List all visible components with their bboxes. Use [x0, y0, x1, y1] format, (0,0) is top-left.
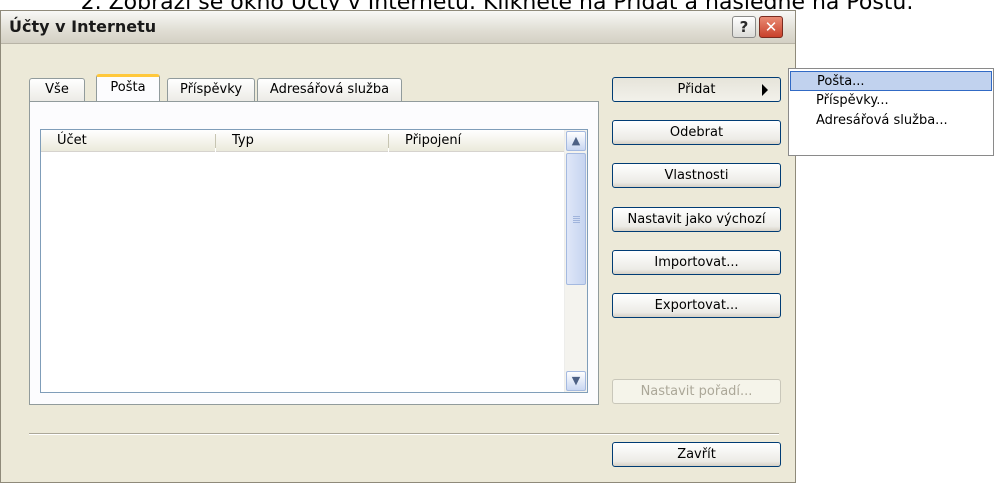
export-button[interactable]: Exportovat... [612, 293, 781, 318]
import-button[interactable]: Importovat... [612, 250, 781, 275]
help-button[interactable]: ? [732, 16, 756, 38]
add-button[interactable]: Přidat [612, 77, 781, 102]
tab-posts[interactable]: Příspěvky [167, 78, 255, 101]
separator-line [29, 433, 779, 435]
window-title: Účty v Internetu [9, 17, 157, 36]
close-button[interactable]: Zavřít [612, 442, 781, 467]
column-header-account[interactable]: Účet [41, 130, 215, 152]
scroll-up-icon[interactable]: ▲ [566, 131, 586, 151]
title-bar[interactable]: Účty v Internetu ? ✕ [1, 11, 795, 44]
submenu-arrow-icon [762, 84, 768, 96]
remove-button[interactable]: Odebrat [612, 120, 781, 145]
tab-directory-service[interactable]: Adresářová služba [257, 78, 402, 101]
accounts-list[interactable]: Účet Typ Připojení ▲ ▼ [40, 129, 588, 393]
column-header-type[interactable]: Typ [216, 130, 388, 152]
tab-all[interactable]: Vše [29, 78, 85, 101]
menu-item-mail[interactable]: Pošta... [790, 71, 992, 91]
column-header-connection[interactable]: Připojení [389, 130, 565, 152]
set-order-button[interactable]: Nastavit pořadí... [612, 379, 781, 404]
add-button-label: Přidat [677, 82, 716, 97]
menu-item-directory-service[interactable]: Adresářová služba... [790, 111, 992, 131]
scroll-thumb[interactable] [566, 153, 586, 285]
properties-button[interactable]: Vlastnosti [612, 163, 781, 188]
scroll-down-icon[interactable]: ▼ [566, 371, 586, 391]
accounts-dialog: Účty v Internetu ? ✕ Vše Pošta Příspěvky… [0, 10, 796, 483]
tab-mail[interactable]: Pošta [96, 74, 160, 101]
list-scrollbar[interactable]: ▲ ▼ [564, 130, 587, 392]
set-default-button[interactable]: Nastavit jako výchozí [612, 207, 781, 232]
grip-icon [573, 216, 580, 223]
menu-item-posts[interactable]: Příspěvky... [790, 91, 992, 111]
close-window-button[interactable]: ✕ [759, 16, 783, 38]
add-submenu: Pošta... Příspěvky... Adresářová služba.… [788, 68, 994, 156]
